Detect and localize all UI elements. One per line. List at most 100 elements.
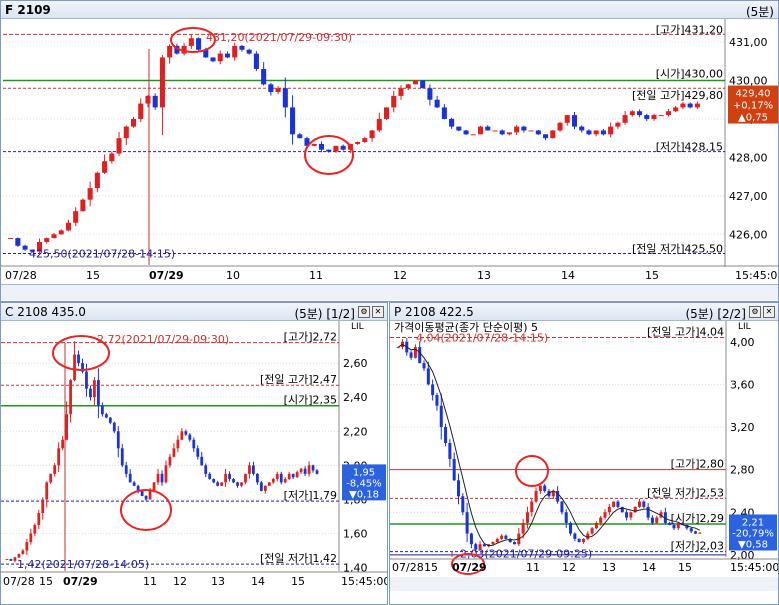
candle-body bbox=[650, 517, 654, 523]
y-tick-label: 3,60 bbox=[730, 378, 755, 391]
x-tick-label: 15 bbox=[291, 575, 305, 588]
settings-icon[interactable]: ⚙ bbox=[749, 306, 761, 318]
candle-body bbox=[307, 465, 311, 474]
candle-body bbox=[37, 513, 41, 525]
high-annotation: 2,72(2021/07/29-09:30) bbox=[97, 333, 229, 346]
candle-body bbox=[160, 473, 164, 483]
y-tick-label: 3,20 bbox=[730, 421, 755, 434]
candle-body bbox=[470, 134, 476, 136]
candle-body bbox=[25, 542, 29, 551]
candle-body bbox=[506, 132, 512, 135]
candle-body bbox=[557, 122, 563, 131]
y-tick-label: 2,60 bbox=[343, 357, 368, 370]
candle-body bbox=[642, 501, 646, 507]
candle-body bbox=[543, 134, 549, 139]
candle-body bbox=[599, 517, 603, 523]
call-candle-chart: 2,602,402,202,001,801,601,40LIL[고가]2,72[… bbox=[1, 321, 387, 588]
candle-body bbox=[689, 528, 693, 532]
y-tick-label: 2,00 bbox=[730, 549, 755, 562]
y-tick-label: 430,00 bbox=[729, 75, 768, 88]
candle-body bbox=[651, 115, 657, 119]
candle-body bbox=[29, 533, 33, 543]
x-tick-label: 14 bbox=[561, 269, 575, 282]
candle-body bbox=[253, 53, 259, 69]
y-tick-label: 1,60 bbox=[343, 528, 368, 541]
candle-body bbox=[412, 80, 418, 85]
candle-body bbox=[655, 517, 659, 523]
candle-body bbox=[444, 427, 448, 443]
candle-body bbox=[152, 95, 158, 108]
put-candle-chart: 4,003,603,202,802,402,00LIL가격이동평균(종가 단순이… bbox=[390, 321, 778, 591]
put-page: [2/2] bbox=[717, 307, 746, 321]
current-price: 429,40 bbox=[736, 89, 771, 100]
candle-body bbox=[463, 130, 469, 135]
candle-body bbox=[140, 490, 144, 497]
candle-body bbox=[180, 431, 184, 440]
candle-body bbox=[21, 550, 25, 554]
x-tick-label: 14 bbox=[251, 575, 265, 588]
candle-body bbox=[318, 143, 324, 150]
prev-high-level-label: [전일 고가]4,04 bbox=[647, 325, 724, 339]
candle-body bbox=[665, 111, 671, 116]
call-page: [1/2] bbox=[326, 307, 355, 321]
candle-body bbox=[573, 533, 577, 539]
candle-body bbox=[396, 347, 400, 349]
candle-body bbox=[144, 496, 148, 500]
candle-body bbox=[188, 434, 192, 440]
candle-body bbox=[138, 103, 144, 119]
candle-body bbox=[477, 126, 484, 135]
close-icon[interactable]: ✕ bbox=[763, 306, 775, 318]
candle-body bbox=[259, 482, 263, 491]
x-tick-label: 15 bbox=[86, 269, 100, 282]
settings-icon[interactable]: ⚙ bbox=[358, 306, 370, 318]
candle-body bbox=[525, 512, 529, 523]
futures-chart-panel: F 2109 (5분) 431,00430,00429,00428,00427,… bbox=[0, 0, 779, 302]
candle-body bbox=[51, 234, 57, 239]
candle-body bbox=[80, 199, 86, 212]
candle-body bbox=[426, 368, 430, 385]
candle-body bbox=[333, 145, 339, 152]
futures-period: (5분) bbox=[745, 5, 774, 19]
candle-body bbox=[629, 111, 635, 116]
candle-body bbox=[224, 53, 231, 58]
candle-body bbox=[590, 528, 594, 534]
futures-scrollbar[interactable] bbox=[1, 284, 778, 300]
x-tick-label: 13 bbox=[211, 575, 225, 588]
candle-body bbox=[17, 553, 21, 558]
candle-body bbox=[369, 130, 375, 139]
candle-body bbox=[499, 130, 505, 135]
candle-body bbox=[500, 535, 504, 539]
candle-body bbox=[418, 347, 422, 364]
candle-body bbox=[128, 473, 132, 483]
open-level-label: [시가]430,00 bbox=[656, 68, 723, 81]
high-annotation: 4,04(2021/07/28-14:15) bbox=[416, 332, 548, 345]
high-level-label: [고가]431,20 bbox=[656, 23, 723, 36]
candle-body bbox=[448, 443, 452, 459]
y-tick-label: 2,80 bbox=[730, 464, 755, 477]
candle-body bbox=[608, 126, 614, 135]
candle-body bbox=[9, 559, 13, 561]
candle-body bbox=[698, 532, 702, 534]
candle-body bbox=[252, 465, 255, 474]
candle-body bbox=[256, 473, 259, 483]
call-period: (5분) bbox=[294, 307, 323, 321]
candle-body bbox=[246, 49, 252, 54]
candle-body bbox=[263, 485, 267, 491]
close-icon[interactable]: ✕ bbox=[372, 306, 384, 318]
low-annotation: 425,50(2021/07/28-14:15) bbox=[29, 247, 175, 260]
x-tick-label: 11 bbox=[309, 269, 323, 282]
x-tick-label: 11 bbox=[143, 575, 157, 588]
x-tick-label: 13 bbox=[477, 269, 491, 282]
candle-body bbox=[461, 496, 465, 513]
candle-body bbox=[644, 115, 650, 119]
candle-body bbox=[108, 417, 112, 423]
candle-body bbox=[275, 88, 281, 93]
candle-body bbox=[577, 538, 581, 543]
x-tick-label: 07/29 bbox=[452, 561, 487, 574]
candle-body bbox=[521, 522, 525, 534]
candle-body bbox=[391, 95, 397, 108]
futures-title-bar: F 2109 (5분) bbox=[1, 1, 778, 19]
candle-body bbox=[600, 130, 606, 135]
candle-body bbox=[564, 115, 570, 123]
candle-body bbox=[65, 222, 71, 231]
